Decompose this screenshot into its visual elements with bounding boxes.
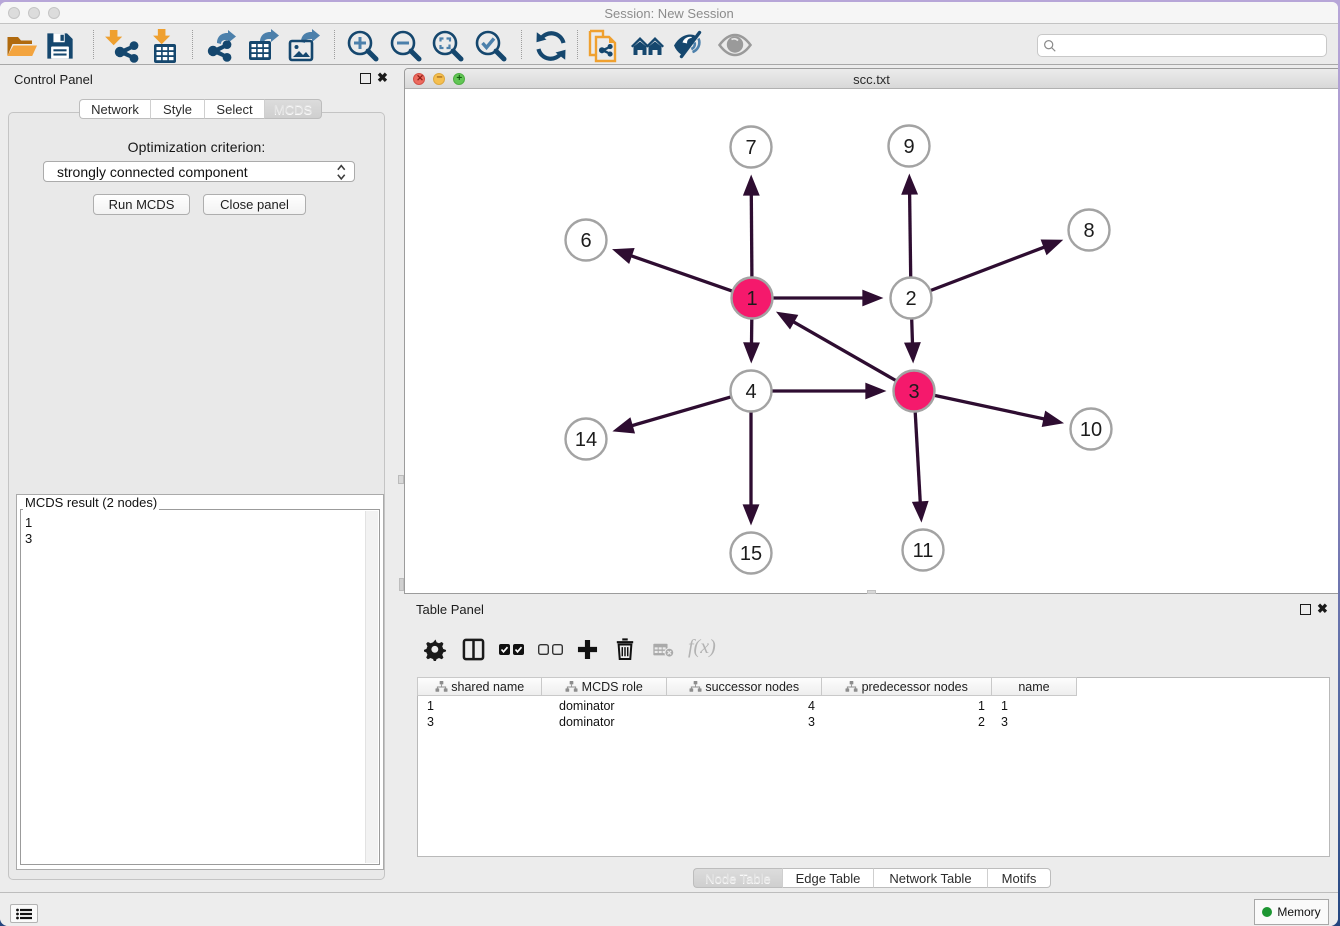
svg-text:6: 6 (580, 230, 591, 252)
svg-text:3: 3 (908, 381, 919, 403)
svg-text:9: 9 (903, 136, 914, 158)
svg-text:14: 14 (574, 429, 596, 451)
svg-text:10: 10 (1079, 419, 1101, 441)
svg-text:8: 8 (1083, 220, 1094, 242)
svg-text:15: 15 (739, 543, 761, 565)
svg-text:1: 1 (746, 288, 757, 310)
svg-text:2: 2 (905, 288, 916, 310)
svg-text:7: 7 (745, 137, 756, 159)
svg-text:4: 4 (745, 381, 756, 403)
svg-text:11: 11 (912, 540, 933, 562)
